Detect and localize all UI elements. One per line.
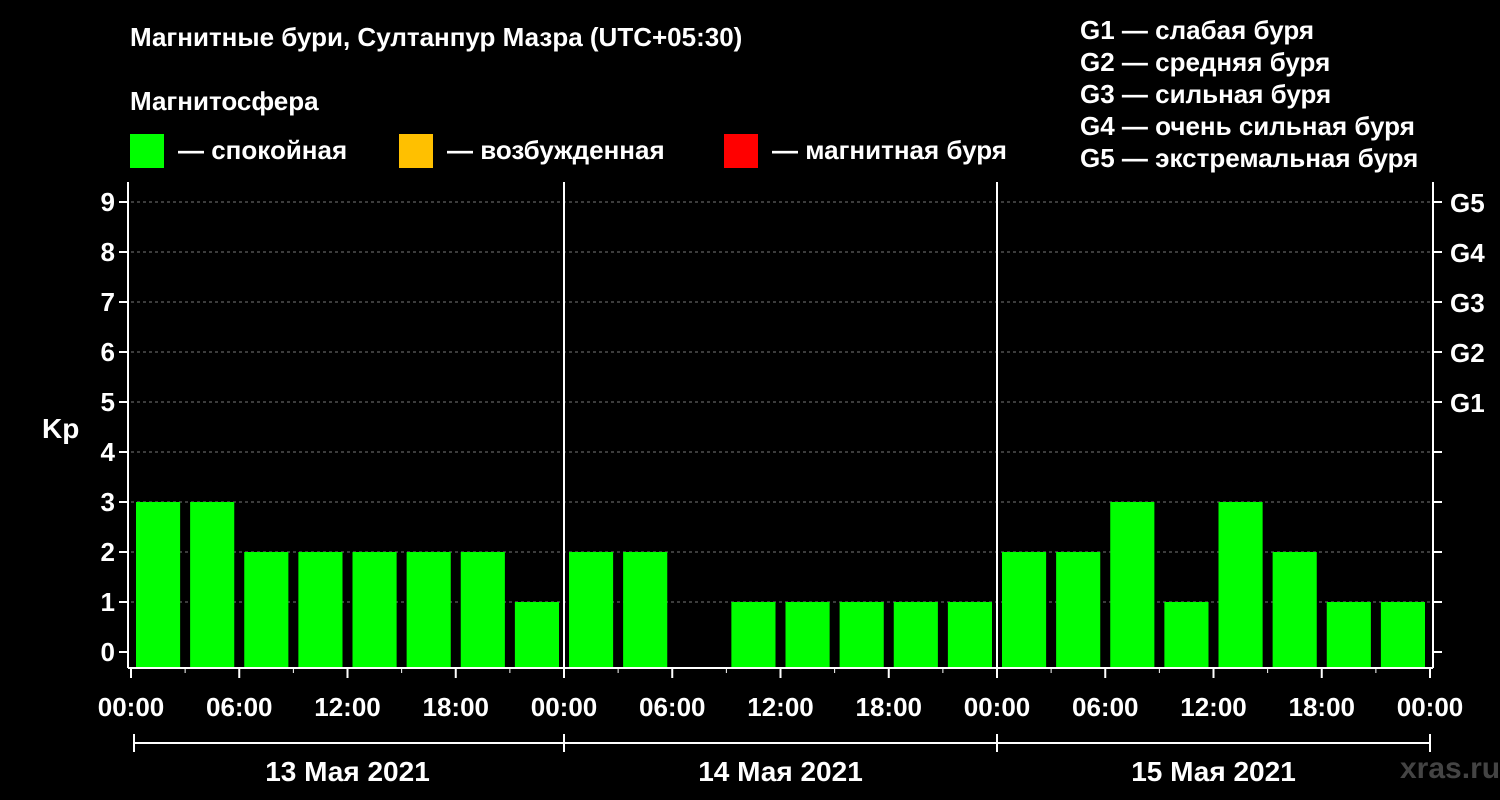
kp-bar — [731, 602, 776, 668]
y-axis-label: Kp — [42, 413, 80, 444]
x-tick-label: 00:00 — [964, 692, 1031, 722]
kp-bar — [1380, 602, 1425, 668]
kp-bar — [514, 602, 559, 668]
x-tick-label: 18:00 — [423, 692, 490, 722]
y-tick-label: 5 — [101, 387, 115, 417]
kp-bar — [839, 602, 884, 668]
kp-bar — [460, 552, 505, 668]
x-tick-label: 12:00 — [314, 692, 381, 722]
watermark: xras.ru — [1400, 752, 1500, 785]
kp-bar — [1272, 552, 1317, 668]
y-tick-label: 0 — [101, 637, 115, 667]
y-tick-label: 7 — [101, 287, 115, 317]
x-tick-label: 06:00 — [206, 692, 273, 722]
kp-bar — [136, 502, 181, 668]
y-tick-label: 2 — [101, 537, 115, 567]
kp-bar — [1218, 502, 1263, 668]
day-label: 14 Мая 2021 — [698, 756, 863, 787]
kp-bar — [893, 602, 938, 668]
storm-scale-g3: G3 — сильная буря — [1080, 79, 1332, 109]
g-scale-label: G1 — [1450, 388, 1485, 418]
kp-bar — [298, 552, 343, 668]
y-tick-label: 3 — [101, 487, 115, 517]
kp-bar — [1326, 602, 1371, 668]
kp-bar — [244, 552, 289, 668]
chart-subtitle: Магнитосфера — [130, 86, 319, 116]
legend-swatch-quiet — [130, 134, 164, 168]
g-scale-label: G2 — [1450, 338, 1485, 368]
x-tick-label: 00:00 — [1397, 692, 1464, 722]
kp-bar — [623, 552, 668, 668]
storm-scale-g4: G4 — очень сильная буря — [1080, 111, 1415, 141]
kp-bar — [1002, 552, 1047, 668]
day-label: 13 Мая 2021 — [265, 756, 430, 787]
legend-label-storm: — магнитная буря — [772, 135, 1007, 165]
x-tick-label: 06:00 — [639, 692, 706, 722]
g-scale-label: G3 — [1450, 288, 1485, 318]
storm-scale-g5: G5 — экстремальная буря — [1080, 143, 1419, 173]
day-label: 15 Мая 2021 — [1131, 756, 1296, 787]
kp-bar — [190, 502, 235, 668]
kp-bar — [1164, 602, 1209, 668]
legend-label-active: — возбужденная — [447, 135, 665, 165]
x-tick-label: 06:00 — [1072, 692, 1139, 722]
kp-bar — [406, 552, 451, 668]
kp-bar — [1110, 502, 1155, 668]
storm-scale-g2: G2 — средняя буря — [1080, 47, 1331, 77]
g-scale-label: G4 — [1450, 238, 1485, 268]
x-tick-label: 12:00 — [747, 692, 814, 722]
x-tick-label: 00:00 — [531, 692, 598, 722]
storm-scale: G1 — слабая буря G2 — средняя буря G3 — … — [1080, 14, 1418, 174]
storm-scale-g1: G1 — слабая буря — [1080, 15, 1315, 45]
x-tick-label: 00:00 — [98, 692, 165, 722]
chart-title: Магнитные бури, Султанпур Мазра (UTC+05:… — [130, 22, 743, 52]
x-tick-label: 18:00 — [1289, 692, 1356, 722]
kp-bar — [352, 552, 397, 668]
y-tick-label: 1 — [101, 587, 115, 617]
y-tick-label: 8 — [101, 237, 115, 267]
kp-bar — [785, 602, 830, 668]
kp-bar — [1056, 552, 1101, 668]
y-tick-label: 4 — [101, 437, 116, 467]
y-tick-label: 9 — [101, 187, 115, 217]
x-tick-label: 18:00 — [856, 692, 923, 722]
y-tick-label: 6 — [101, 337, 115, 367]
kp-bar — [569, 552, 614, 668]
axis-labels: 0 1 2 3 4 5 6 7 8 9 G1 G2 G3 G4 G5 00:00 06:00 12:00 18:00… — [98, 187, 1485, 787]
legend-label-quiet: — спокойная — [178, 135, 348, 165]
x-tick-label: 12:00 — [1180, 692, 1247, 722]
kp-bars — [136, 502, 1425, 668]
legend-swatch-storm — [724, 134, 758, 168]
kp-bar — [947, 602, 992, 668]
g-scale-label: G5 — [1450, 188, 1485, 218]
legend-swatch-active — [399, 134, 433, 168]
